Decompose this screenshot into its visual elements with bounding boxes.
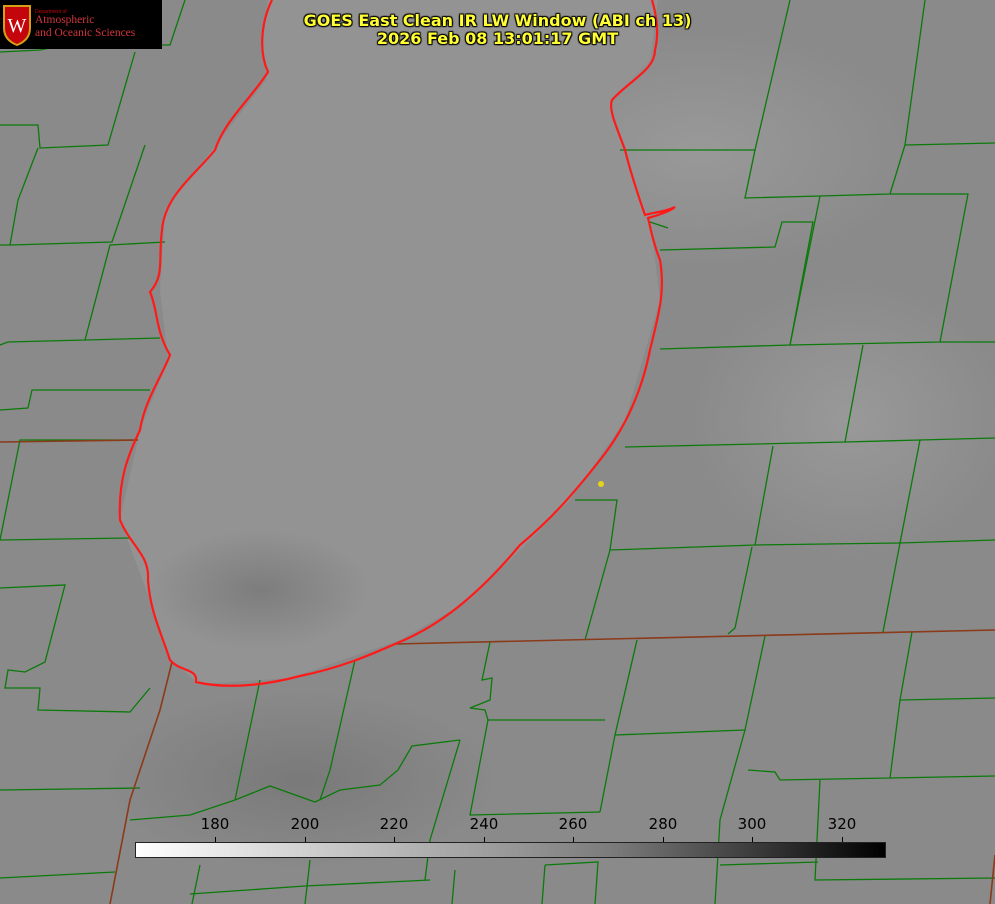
image-timestamp: 2026 Feb 08 13:01:17 GMT <box>376 29 619 48</box>
colorbar-tick-label: 220 <box>379 815 409 833</box>
lake-dark-patch <box>150 530 370 650</box>
location-marker <box>598 481 604 487</box>
colorbar-tick-label: 300 <box>737 815 767 833</box>
satellite-map <box>0 0 995 904</box>
colorbar-tick-label: 180 <box>200 815 230 833</box>
cloud-texture <box>690 280 995 560</box>
colorbar-tick-label: 240 <box>469 815 499 833</box>
colorbar-tick-label: 280 <box>648 815 678 833</box>
colorbar <box>135 842 886 858</box>
colorbar-tick-label: 320 <box>827 815 857 833</box>
colorbar-tick-label: 260 <box>558 815 588 833</box>
image-title: GOES East Clean IR LW Window (ABI ch 13) <box>303 11 692 30</box>
colorbar-tick-label: 200 <box>290 815 320 833</box>
